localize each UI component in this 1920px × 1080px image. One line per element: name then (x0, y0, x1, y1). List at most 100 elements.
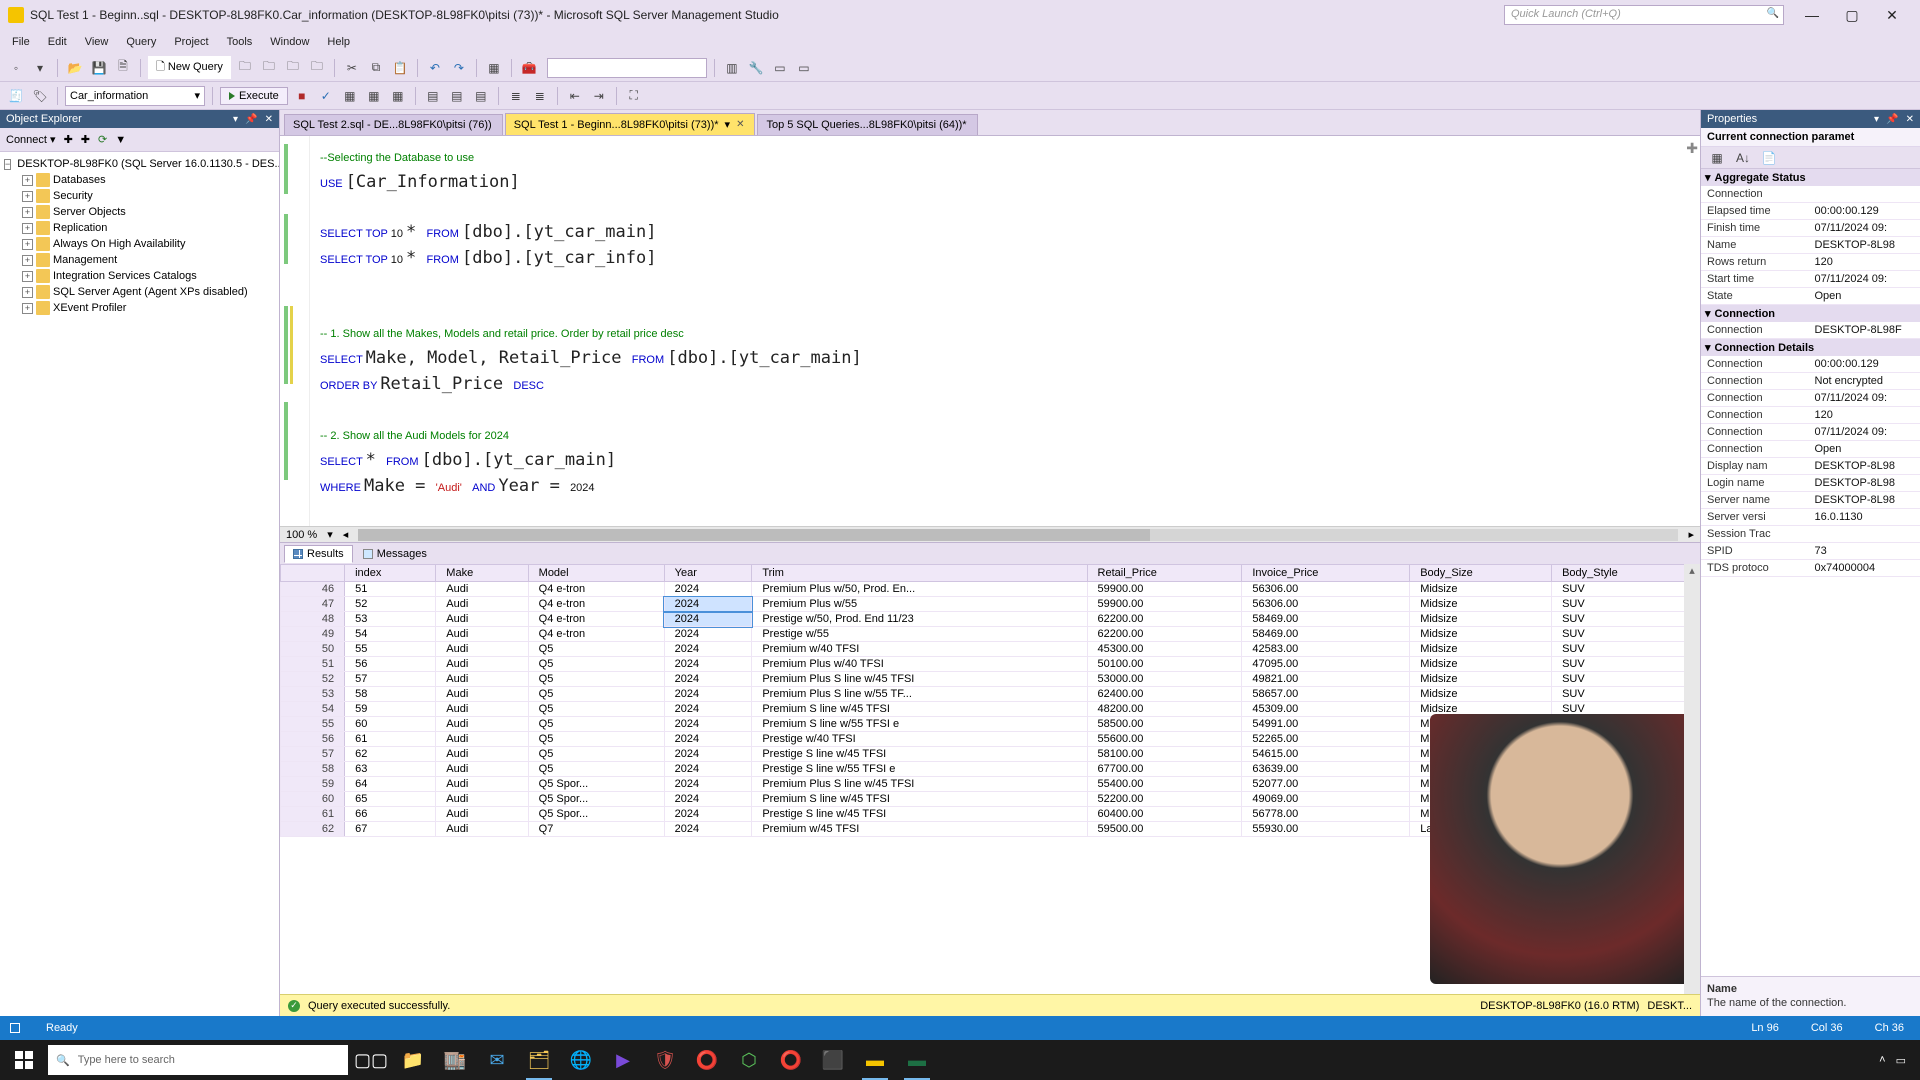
grid-cell[interactable]: Q4 e-tron (528, 612, 664, 627)
scroll-right-icon[interactable]: ▸ (1688, 528, 1694, 541)
tb-icon[interactable]: ▦ (484, 58, 504, 78)
tb-icon[interactable]: ▤ (423, 86, 443, 106)
grid-cell[interactable]: 62 (281, 822, 345, 837)
grid-cell[interactable]: Audi (436, 582, 528, 597)
grid-cell[interactable]: Audi (436, 672, 528, 687)
tray-icon[interactable]: ▭ (1896, 1054, 1906, 1067)
grid-cell[interactable]: 60 (281, 792, 345, 807)
tb-icon[interactable]: ▦ (340, 86, 360, 106)
table-row[interactable]: 4752AudiQ4 e-tron2024Premium Plus w/5559… (281, 597, 1700, 612)
grid-cell[interactable]: Q5 (528, 762, 664, 777)
grid-cell[interactable]: 55600.00 (1087, 732, 1242, 747)
property-row[interactable]: Session Trac (1701, 526, 1920, 543)
grid-cell[interactable]: 51 (281, 657, 345, 672)
table-row[interactable]: 5257AudiQ52024Premium Plus S line w/45 T… (281, 672, 1700, 687)
save-all-button[interactable]: 🗎 (113, 58, 133, 78)
start-button[interactable] (4, 1040, 44, 1080)
properties-body[interactable]: ▾Aggregate StatusConnectionElapsed time0… (1701, 169, 1920, 976)
taskbar-app-icon[interactable]: 📁 (394, 1040, 432, 1080)
grid-cell[interactable]: Midsize (1410, 792, 1552, 807)
grid-cell[interactable]: 49069.00 (1242, 792, 1410, 807)
grid-cell[interactable]: 47095.00 (1242, 657, 1410, 672)
grid-cell[interactable]: 56778.00 (1242, 807, 1410, 822)
expand-icon[interactable]: + (22, 175, 33, 186)
grid-cell[interactable]: SUV (1552, 777, 1700, 792)
grid-cell[interactable]: 58657.00 (1242, 687, 1410, 702)
taskbar-app-icon[interactable]: ✉ (478, 1040, 516, 1080)
property-row[interactable]: SPID73 (1701, 543, 1920, 560)
grid-cell[interactable]: Q4 e-tron (528, 597, 664, 612)
quick-launch-input[interactable]: Quick Launch (Ctrl+Q) (1504, 5, 1784, 25)
tray-chevron-icon[interactable]: ˄ (1879, 1054, 1885, 1066)
grid-cell[interactable]: Midsize (1410, 807, 1552, 822)
results-grid[interactable]: indexMakeModelYearTrimRetail_PriceInvoic… (280, 564, 1700, 837)
grid-cell[interactable]: Midsize (1410, 642, 1552, 657)
grid-cell[interactable]: 67700.00 (1087, 762, 1242, 777)
grid-cell[interactable]: 59900.00 (1087, 582, 1242, 597)
close-icon[interactable]: ✕ (265, 114, 273, 125)
grid-cell[interactable]: 57 (281, 747, 345, 762)
grid-cell[interactable]: Q5 (528, 717, 664, 732)
grid-cell[interactable]: 45309.00 (1242, 702, 1410, 717)
grid-cell[interactable]: 56 (281, 732, 345, 747)
grid-cell[interactable]: Audi (436, 627, 528, 642)
tb-icon[interactable]: ▤ (447, 86, 467, 106)
grid-column-header[interactable]: index (345, 565, 436, 582)
comment-button[interactable]: ≣ (506, 86, 526, 106)
execute-button[interactable]: Execute (220, 87, 288, 105)
grid-cell[interactable]: Audi (436, 642, 528, 657)
tree-root[interactable]: − DESKTOP-8L98FK0 (SQL Server 16.0.1130.… (2, 156, 277, 172)
grid-cell[interactable]: 66 (345, 807, 436, 822)
tree-item[interactable]: +Replication (20, 220, 277, 236)
property-row[interactable]: Rows return120 (1701, 254, 1920, 271)
table-row[interactable]: 5156AudiQ52024Premium Plus w/40 TFSI5010… (281, 657, 1700, 672)
grid-cell[interactable]: SUV (1552, 747, 1700, 762)
grid-cell[interactable]: Midsize (1410, 672, 1552, 687)
paste-button[interactable]: 📋 (390, 58, 410, 78)
grid-cell[interactable]: Audi (436, 657, 528, 672)
menu-window[interactable]: Window (262, 33, 317, 51)
tb-icon[interactable]: ▦ (388, 86, 408, 106)
grid-cell[interactable]: 2024 (664, 792, 752, 807)
grid-cell[interactable]: SUV (1552, 687, 1700, 702)
tb-icon[interactable]: ▦ (364, 86, 384, 106)
menu-tools[interactable]: Tools (219, 33, 261, 51)
grid-cell[interactable]: 53 (281, 687, 345, 702)
sort-icon[interactable]: A↓ (1733, 148, 1753, 168)
oe-tool-icon[interactable]: ✚ (64, 133, 73, 146)
expand-icon[interactable]: + (22, 287, 33, 298)
database-selector[interactable]: Car_information▾ (65, 86, 205, 106)
grid-cell[interactable]: Midsize (1410, 597, 1552, 612)
grid-cell[interactable]: Midsize (1410, 747, 1552, 762)
menu-view[interactable]: View (77, 33, 117, 51)
expand-icon[interactable]: + (22, 255, 33, 266)
document-tab[interactable]: Top 5 SQL Queries...8L98FK0\pitsi (64))* (757, 114, 977, 135)
grid-cell[interactable]: Premium w/45 TFSI (752, 822, 1087, 837)
expand-icon[interactable]: + (22, 191, 33, 202)
tb-icon[interactable]: 🗀 (259, 58, 279, 78)
grid-cell[interactable]: Q5 (528, 672, 664, 687)
grid-cell[interactable]: Midsize (1410, 762, 1552, 777)
expand-icon[interactable]: + (22, 207, 33, 218)
grid-cell[interactable]: 58500.00 (1087, 717, 1242, 732)
grid-cell[interactable]: 54 (281, 702, 345, 717)
table-row[interactable]: 6166AudiQ5 Spor...2024Prestige S line w/… (281, 807, 1700, 822)
tree-item[interactable]: +Databases (20, 172, 277, 188)
table-row[interactable]: 5661AudiQ52024Prestige w/40 TFSI55600.00… (281, 732, 1700, 747)
open-button[interactable]: 📂 (65, 58, 85, 78)
document-tab[interactable]: SQL Test 1 - Beginn...8L98FK0\pitsi (73)… (505, 113, 756, 135)
tb-icon[interactable]: 🧰 (519, 58, 539, 78)
grid-cell[interactable]: 58469.00 (1242, 627, 1410, 642)
grid-cell[interactable]: SUV (1552, 597, 1700, 612)
expand-icon[interactable]: + (22, 239, 33, 250)
grid-cell[interactable]: 58469.00 (1242, 612, 1410, 627)
grid-column-header[interactable]: Body_Size (1410, 565, 1552, 582)
grid-column-header[interactable] (281, 565, 345, 582)
grid-cell[interactable]: Premium Plus w/55 (752, 597, 1087, 612)
results-grid-wrap[interactable]: indexMakeModelYearTrimRetail_PriceInvoic… (280, 564, 1700, 994)
grid-cell[interactable]: 55 (281, 717, 345, 732)
tb-icon[interactable]: ▭ (770, 58, 790, 78)
grid-cell[interactable]: 2024 (664, 597, 752, 612)
grid-cell[interactable]: 2024 (664, 672, 752, 687)
grid-cell[interactable]: 59 (345, 702, 436, 717)
